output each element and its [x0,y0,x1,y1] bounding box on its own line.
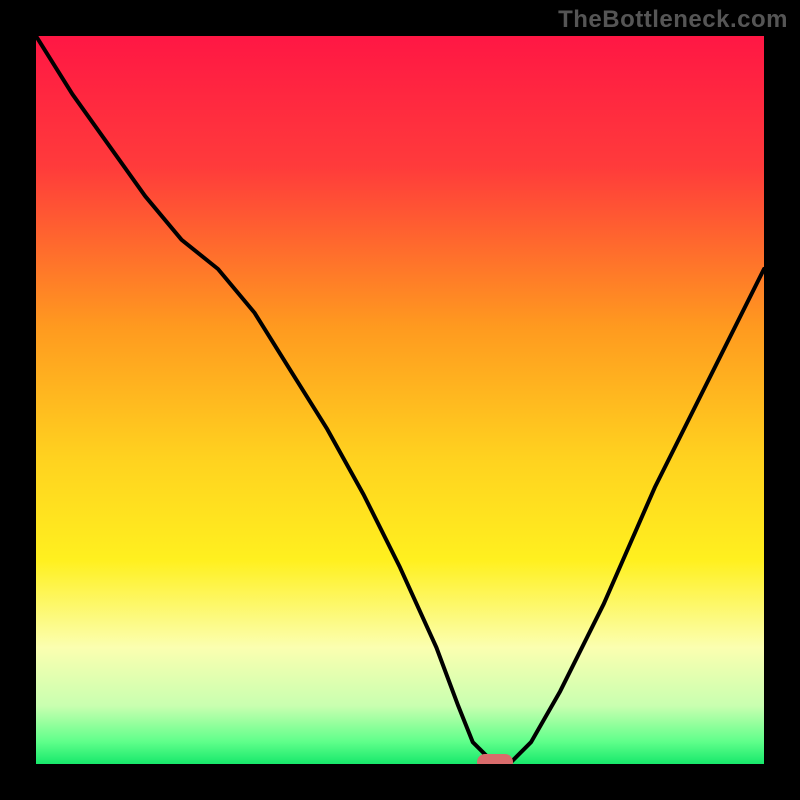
plot-area [36,36,764,764]
chart-frame: TheBottleneck.com [0,0,800,800]
watermark-text: TheBottleneck.com [558,6,788,34]
optimal-marker [477,754,513,764]
bottleneck-curve [36,36,764,764]
